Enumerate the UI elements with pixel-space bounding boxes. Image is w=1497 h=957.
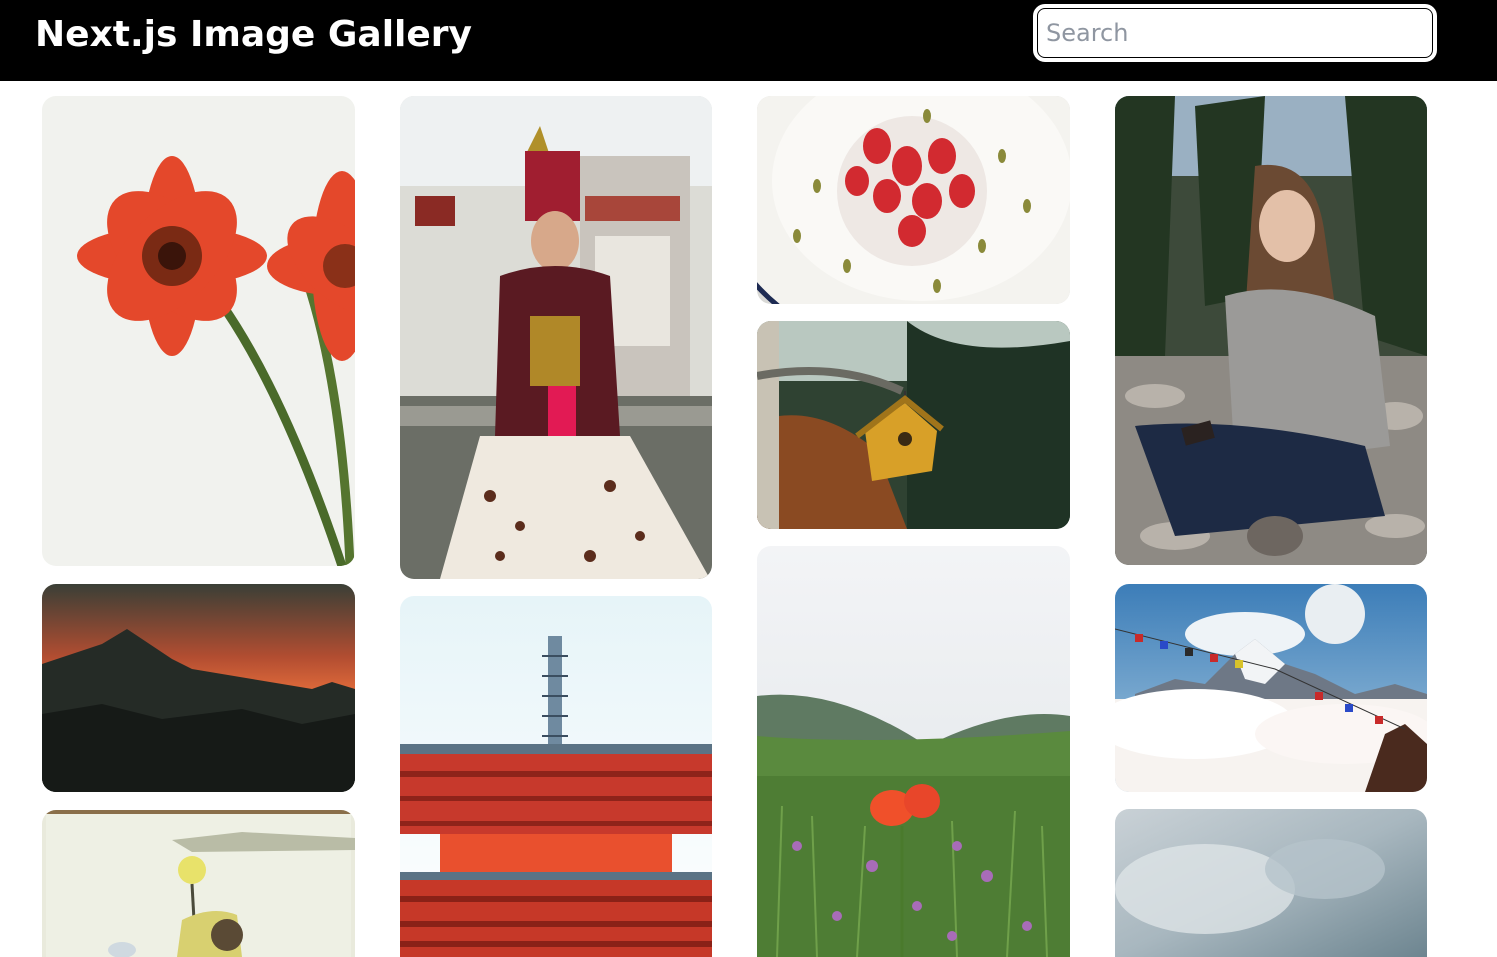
cloudy-blue-sky-image bbox=[1115, 809, 1427, 957]
search-input[interactable] bbox=[1033, 4, 1437, 62]
gallery-item-dessert[interactable] bbox=[757, 96, 1070, 304]
snowy-mountain-prayer-flags-image bbox=[1115, 584, 1427, 792]
gallery-item-snowy-mountain[interactable] bbox=[1115, 584, 1427, 792]
gallery-item-dancer[interactable] bbox=[400, 96, 712, 579]
red-gerbera-flowers-image bbox=[42, 96, 355, 566]
gallery-item-poppy-meadow[interactable] bbox=[757, 546, 1070, 957]
strawberry-dessert-plate-image bbox=[757, 96, 1070, 304]
yellow-birdhouse-branch-image bbox=[757, 321, 1070, 529]
poppy-meadow-hills-image bbox=[757, 546, 1070, 957]
gallery-item-cloudy-sky[interactable] bbox=[1115, 809, 1427, 957]
gallery-item-pagoda[interactable] bbox=[400, 596, 712, 957]
app-title: Next.js Image Gallery bbox=[35, 14, 473, 55]
mountain-silhouette-sunset-image bbox=[42, 584, 355, 792]
misty-riverside-scooter-image bbox=[42, 810, 355, 957]
gallery-item-riverside-scooter[interactable] bbox=[42, 810, 355, 957]
gallery-item-woman-forest[interactable] bbox=[1115, 96, 1427, 565]
red-pagoda-temple-image bbox=[400, 596, 712, 957]
top-header: Next.js Image Gallery bbox=[0, 0, 1497, 81]
gallery-item-gerbera[interactable] bbox=[42, 96, 355, 566]
gallery-item-birdhouse[interactable] bbox=[757, 321, 1070, 529]
traditional-dancer-costume-image bbox=[400, 96, 712, 579]
gallery-item-mountain-sunset[interactable] bbox=[42, 584, 355, 792]
woman-sitting-forest-image bbox=[1115, 96, 1427, 565]
